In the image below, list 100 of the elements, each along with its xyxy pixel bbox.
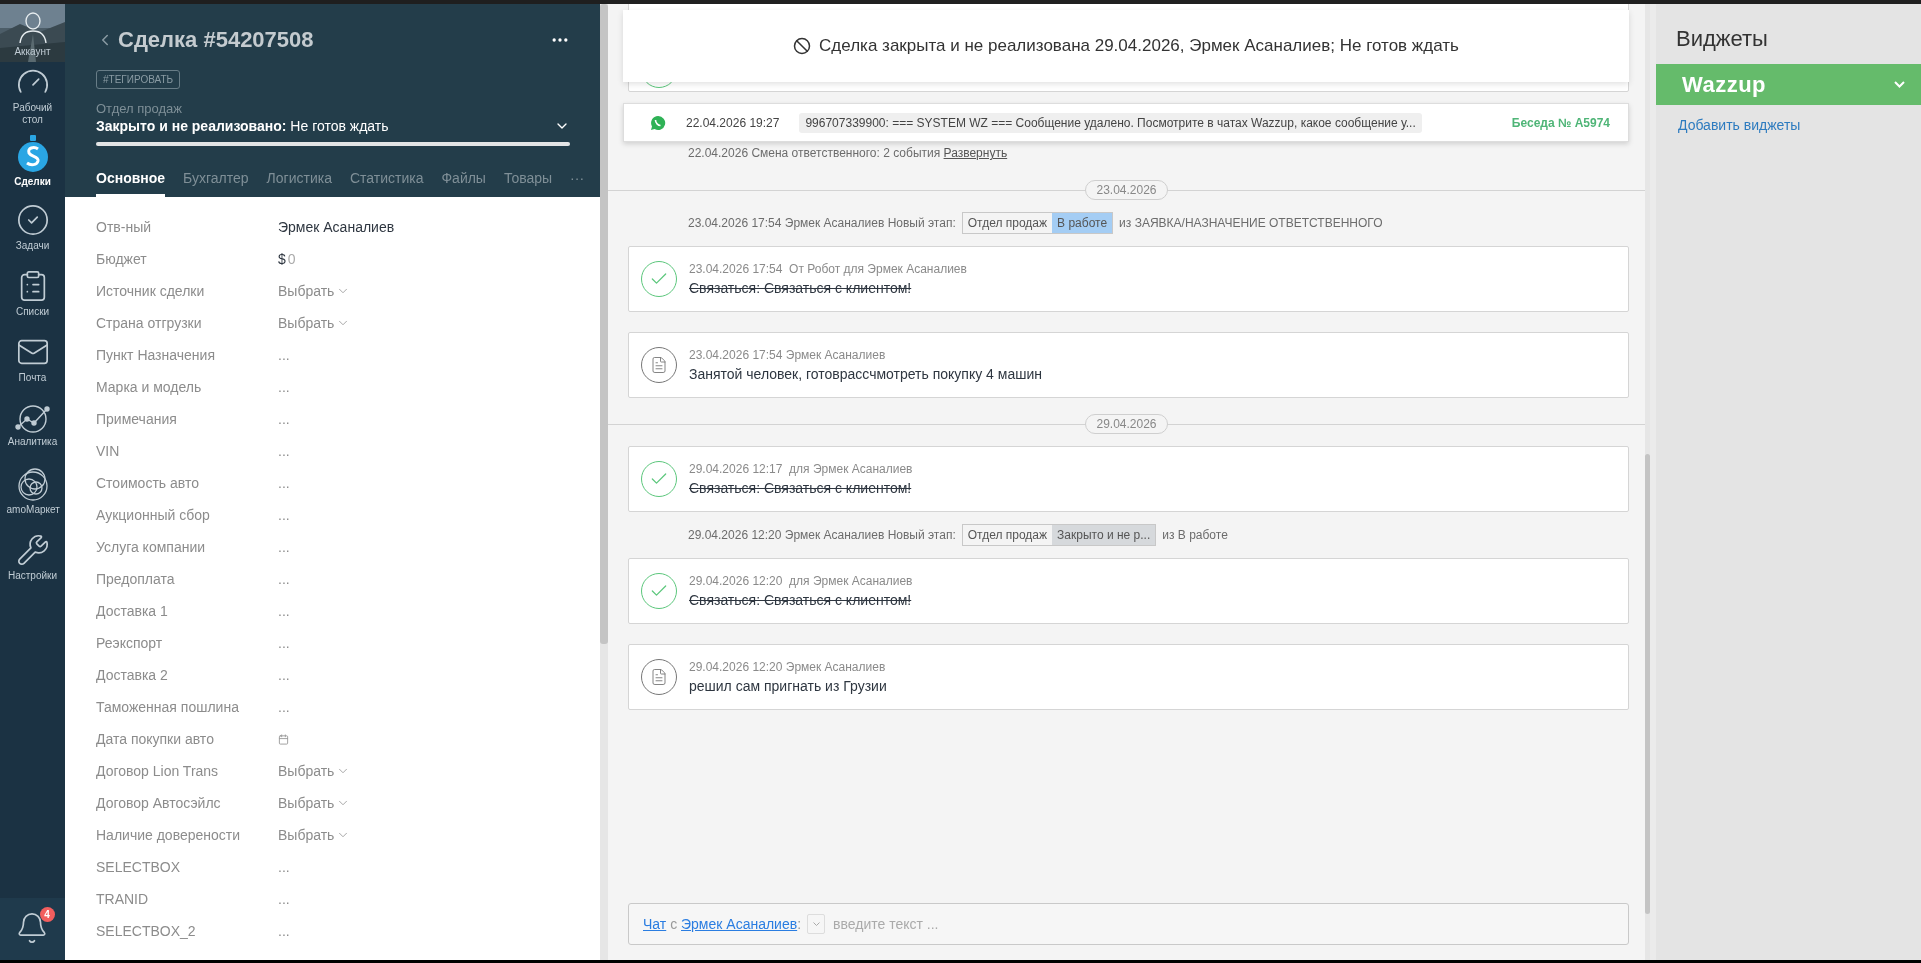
field-label: Договор Автосэйлс — [96, 795, 222, 811]
field-value[interactable]: ... — [278, 891, 290, 907]
tab[interactable]: Статистика — [349, 170, 424, 197]
field-value[interactable]: ... — [278, 603, 290, 619]
field-value[interactable]: ... — [278, 475, 290, 491]
field-label: Стоимость авто — [96, 475, 200, 491]
nav-item[interactable]: Аналитика — [0, 392, 65, 458]
field-label: Наличие доверености — [96, 827, 242, 843]
nav-item[interactable]: Аккаунт — [0, 4, 65, 62]
field-value[interactable]: ... — [278, 635, 290, 651]
task-meta: 23.04.2026 17:54 От Робот для Эрмек Асаналиев — [689, 262, 967, 276]
field-value: Эрмек Асаналиев — [278, 219, 395, 235]
chat-recipient: Чат с Эрмек Асаналиев: — [643, 916, 802, 932]
tab[interactable]: Основное — [96, 170, 166, 197]
task-text: Связаться: Связаться с клиентом! — [689, 480, 913, 496]
field-value[interactable]: ... — [278, 699, 290, 715]
check-circle-icon — [15, 202, 50, 237]
chat-link[interactable]: Чат — [643, 916, 667, 932]
field-value[interactable]: ... — [278, 859, 290, 875]
nav-item[interactable]: Списки — [0, 260, 65, 326]
field-label: Примечания — [96, 411, 178, 427]
field-value[interactable]: ... — [278, 443, 290, 459]
field-label: Бюджет — [96, 251, 148, 267]
tab[interactable]: ··· — [570, 170, 585, 197]
field-label: Пункт Назначения — [96, 347, 216, 363]
recipient-dropdown[interactable] — [807, 914, 826, 934]
field-label: Страна отгрузки — [96, 315, 203, 331]
field-label: Источник сделки — [96, 283, 206, 299]
note-meta: 29.04.2026 12:20 Эрмек Асаналиев — [689, 660, 887, 674]
stage-change-text: 29.04.2026 12:20 Эрмек Асаналиев Новый этап: — [688, 528, 956, 542]
chart-icon — [14, 402, 51, 433]
field-value[interactable]: ... — [278, 347, 290, 363]
banner-text: Сделка закрыта и не реализована 29.04.2026, Эрмек Асаналиев; Не готов ждать — [819, 36, 1459, 56]
field-label: Дата покупки авто — [96, 731, 215, 747]
field-label: Услуга компании — [96, 539, 207, 555]
pipeline-name: Отдел продаж — [96, 101, 183, 116]
deals-icon — [15, 134, 50, 173]
stage-from-text: из ЗАЯВКА/НАЗНАЧЕНИЕ ОТВЕТСТВЕННОГО — [1119, 216, 1383, 230]
stage-tag: Отдел продаж Закрыто и не р... — [961, 524, 1157, 546]
field-label: Аукционный сбор — [96, 507, 211, 523]
select-dropdown[interactable]: Выбрать — [278, 827, 351, 843]
nav-item[interactable]: amoМаркет — [0, 458, 65, 524]
nav-item[interactable]: Сделки — [0, 128, 65, 194]
widget-header[interactable]: Wazzup — [1656, 64, 1921, 105]
tag-button[interactable]: #ТЕГИРОВАТЬ — [96, 70, 181, 89]
field-label: Доставка 1 — [96, 603, 169, 619]
field-value[interactable]: ... — [278, 539, 290, 555]
field-value[interactable]: $0 — [278, 251, 296, 267]
field-value[interactable]: ... — [278, 571, 290, 587]
select-dropdown[interactable]: Выбрать — [278, 763, 351, 779]
field-value[interactable]: ... — [278, 379, 290, 395]
note-text: решил сам пригнать из Грузии — [689, 678, 887, 694]
field-value[interactable]: ... — [278, 507, 290, 523]
field-label: TRANID — [96, 891, 150, 907]
scrollbar[interactable] — [1645, 4, 1650, 960]
field-value[interactable]: ... — [278, 667, 290, 683]
note-meta: 23.04.2026 17:54 Эрмек Асаналиев — [689, 348, 887, 362]
tab[interactable]: Файлы — [441, 170, 486, 197]
field-label: Договор Lion Trans — [96, 763, 220, 779]
nav-item[interactable]: Почта — [0, 326, 65, 392]
select-dropdown[interactable]: Выбрать — [278, 795, 351, 811]
tab[interactable]: Бухгалтер — [183, 170, 249, 197]
conversation-link[interactable]: Беседа № A5974 — [1511, 115, 1610, 130]
blocked-icon — [793, 37, 812, 55]
field-label: Таможенная пошлина — [96, 699, 240, 715]
select-dropdown[interactable]: Выбрать — [278, 283, 351, 299]
nav-item[interactable]: Рабочий стол — [0, 62, 65, 128]
wrench-icon — [15, 532, 50, 567]
tab[interactable]: Логистика — [266, 170, 332, 197]
notification-badge: 4 — [39, 907, 55, 922]
field-label: VIN — [96, 443, 121, 459]
field-label: Доставка 2 — [96, 667, 169, 683]
nav-item[interactable]: Настройки — [0, 524, 65, 590]
field-value[interactable]: ... — [278, 923, 290, 939]
field-value[interactable]: ... — [278, 411, 290, 427]
nav-item[interactable]: Задачи — [0, 194, 65, 260]
field-label: Отв-ный — [96, 219, 152, 235]
stage-tag: Отдел продаж В работе — [961, 212, 1114, 234]
notification-message: 996707339900: === SYSTEM WZ === Сообщение удалено. Посмотрите в чатах Wazzup, какое сообщение у... — [799, 112, 1422, 133]
tab[interactable]: Товары — [503, 170, 553, 197]
notification-time: 22.04.2026 19:27 — [686, 115, 780, 130]
stage-from-text: из В работе — [1162, 528, 1228, 542]
message-field[interactable]: введите текст ... — [831, 915, 1614, 933]
task-meta: 29.04.2026 12:17 для Эрмек Асаналиев — [689, 462, 913, 476]
calendar-icon[interactable] — [278, 733, 289, 745]
date-label: 29.04.2026 — [1085, 414, 1168, 434]
event-line: 22.04.2026 Смена ответственного: 2 события Развернуть — [687, 145, 1009, 162]
date-label: 23.04.2026 — [1085, 180, 1168, 200]
add-widgets-link[interactable]: Добавить виджеты — [1678, 117, 1921, 133]
field-label: SELECTBOX_2 — [96, 923, 197, 939]
deal-status: Закрыто и не реализовано: Не готов ждать — [96, 118, 389, 134]
chat-input[interactable]: Чат с Эрмек Асаналиев: введите текст ... — [628, 903, 1629, 945]
expand-link[interactable]: Развернуть — [943, 146, 1008, 160]
chat-bubble-icon — [650, 114, 666, 131]
scrollbar[interactable] — [600, 4, 608, 960]
note-text: Занятой человек, готоврассчмотреть покупку 4 машин — [689, 366, 1042, 382]
select-dropdown[interactable]: Выбрать — [278, 315, 351, 331]
field-label: Марка и модель — [96, 379, 203, 395]
chevron-down-icon — [1894, 81, 1905, 88]
task-meta: 29.04.2026 12:20 для Эрмек Асаналиев — [689, 574, 913, 588]
